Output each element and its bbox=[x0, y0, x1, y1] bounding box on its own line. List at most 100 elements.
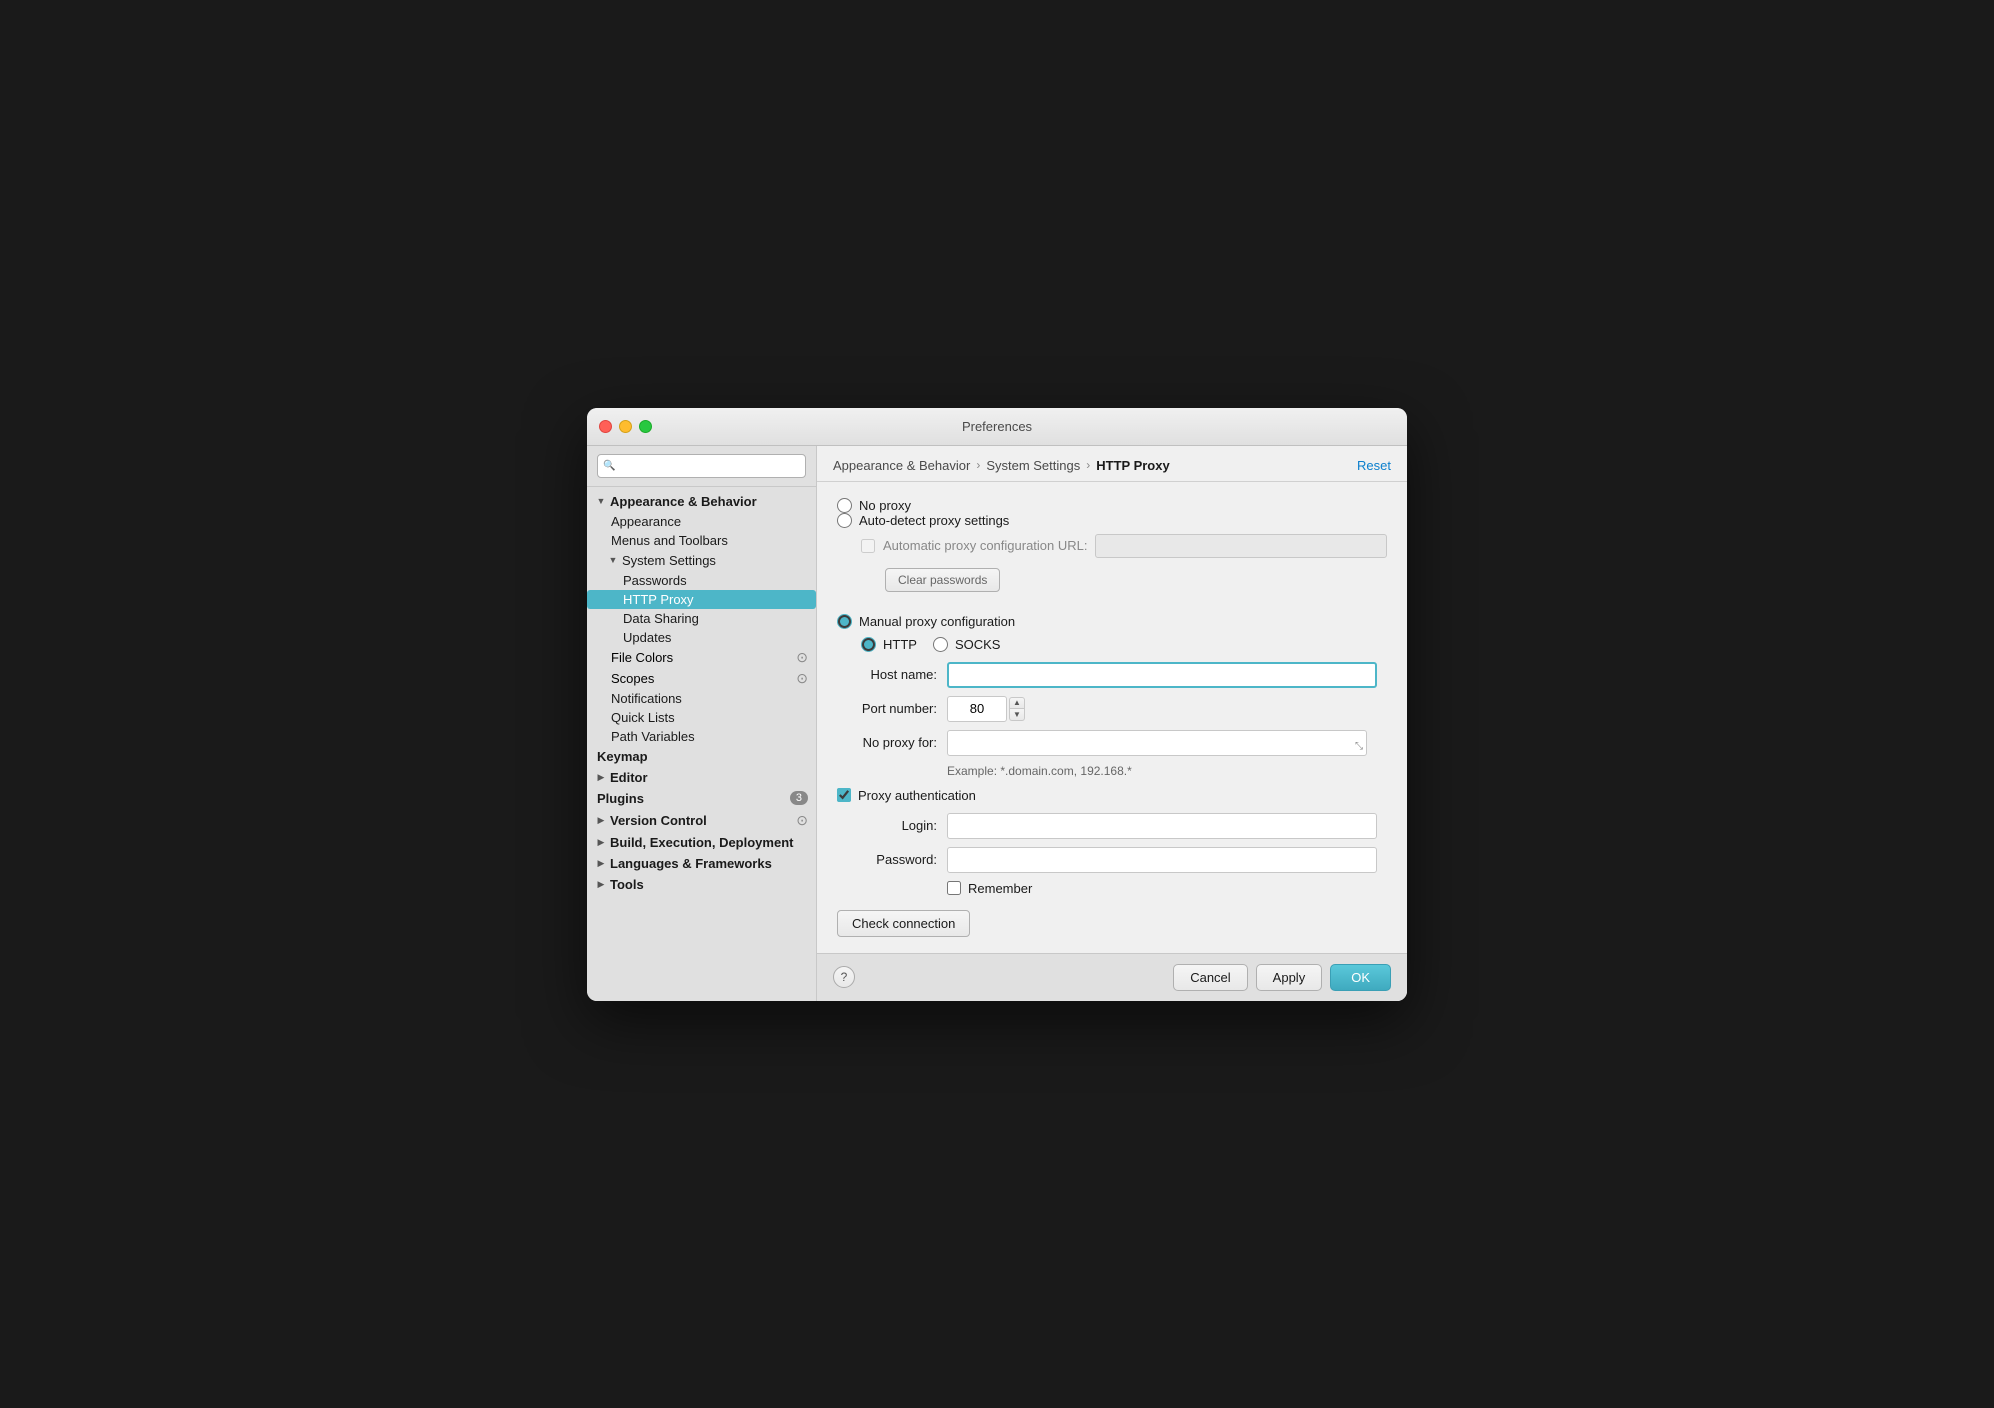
scopes-icon: ⊙ bbox=[796, 670, 808, 687]
sidebar-item-plugins[interactable]: Plugins 3 bbox=[587, 788, 816, 809]
editor-label: Editor bbox=[610, 770, 648, 785]
main-content: Appearance & Behavior › System Settings … bbox=[817, 446, 1407, 1001]
breadcrumb-system-settings: System Settings bbox=[986, 458, 1080, 473]
port-number-row: Port number: ▲ ▼ bbox=[837, 696, 1387, 722]
manual-proxy-section: Manual proxy configuration HTTP SOCKS bbox=[837, 614, 1387, 937]
arrow-right-build-icon bbox=[595, 836, 607, 848]
remember-row: Remember bbox=[947, 881, 1387, 896]
host-name-row: Host name: bbox=[837, 662, 1387, 688]
clear-passwords-button[interactable]: Clear passwords bbox=[885, 568, 1000, 592]
sidebar-item-quick-lists[interactable]: Quick Lists bbox=[587, 708, 816, 727]
port-increment-button[interactable]: ▲ bbox=[1009, 697, 1025, 709]
search-bar bbox=[587, 446, 816, 487]
search-input[interactable] bbox=[597, 454, 806, 478]
sidebar-item-system-settings[interactable]: System Settings bbox=[587, 550, 816, 571]
auto-proxy-checkbox[interactable] bbox=[861, 539, 875, 553]
proxy-auth-row: Proxy authentication bbox=[837, 788, 1387, 803]
http-label: HTTP bbox=[883, 637, 917, 652]
sidebar: Appearance & Behavior Appearance Menus a… bbox=[587, 446, 817, 1001]
window-body: Appearance & Behavior Appearance Menus a… bbox=[587, 446, 1407, 1001]
no-proxy-for-row: No proxy for: ⤡ bbox=[837, 730, 1387, 756]
reset-link[interactable]: Reset bbox=[1357, 458, 1391, 473]
port-number-label: Port number: bbox=[837, 701, 937, 716]
breadcrumb: Appearance & Behavior › System Settings … bbox=[833, 458, 1170, 473]
bottom-right: Cancel Apply OK bbox=[1173, 964, 1391, 991]
auto-detect-label: Auto-detect proxy settings bbox=[859, 513, 1009, 528]
sidebar-item-http-proxy[interactable]: HTTP Proxy bbox=[587, 590, 816, 609]
sidebar-section-label: Appearance & Behavior bbox=[610, 494, 757, 509]
arrow-right-vc-icon bbox=[595, 814, 607, 826]
languages-label: Languages & Frameworks bbox=[610, 856, 772, 871]
arrow-right-tools-icon bbox=[595, 878, 607, 890]
login-input[interactable] bbox=[947, 813, 1377, 839]
host-name-label: Host name: bbox=[837, 667, 937, 682]
remember-label: Remember bbox=[968, 881, 1032, 896]
breadcrumb-sep-2: › bbox=[1086, 458, 1090, 472]
build-label: Build, Execution, Deployment bbox=[610, 835, 793, 850]
plugins-label: Plugins bbox=[597, 791, 644, 806]
password-label: Password: bbox=[837, 852, 937, 867]
sidebar-item-tools[interactable]: Tools bbox=[587, 874, 816, 895]
http-radio[interactable] bbox=[861, 637, 876, 652]
maximize-button[interactable] bbox=[639, 420, 652, 433]
sidebar-item-path-variables[interactable]: Path Variables bbox=[587, 727, 816, 746]
password-row: Password: bbox=[837, 847, 1387, 873]
sidebar-item-scopes[interactable]: Scopes ⊙ bbox=[587, 668, 816, 689]
port-number-input[interactable] bbox=[947, 696, 1007, 722]
sidebar-item-keymap[interactable]: Keymap bbox=[587, 746, 816, 767]
vc-icon: ⊙ bbox=[796, 812, 808, 829]
http-socks-row: HTTP SOCKS bbox=[861, 637, 1387, 652]
breadcrumb-appearance-behavior: Appearance & Behavior bbox=[833, 458, 970, 473]
close-button[interactable] bbox=[599, 420, 612, 433]
breadcrumb-bar: Appearance & Behavior › System Settings … bbox=[817, 446, 1407, 482]
no-proxy-for-wrap: ⤡ bbox=[947, 730, 1367, 756]
port-spinner: ▲ ▼ bbox=[1009, 697, 1025, 721]
breadcrumb-http-proxy: HTTP Proxy bbox=[1096, 458, 1169, 473]
file-colors-label: File Colors bbox=[611, 650, 673, 665]
socks-radio[interactable] bbox=[933, 637, 948, 652]
sidebar-item-languages[interactable]: Languages & Frameworks bbox=[587, 853, 816, 874]
no-proxy-for-input[interactable] bbox=[947, 730, 1367, 756]
sidebar-item-data-sharing[interactable]: Data Sharing bbox=[587, 609, 816, 628]
sidebar-item-build[interactable]: Build, Execution, Deployment bbox=[587, 832, 816, 853]
sidebar-item-appearance-behavior[interactable]: Appearance & Behavior bbox=[587, 491, 816, 512]
sidebar-item-notifications[interactable]: Notifications bbox=[587, 689, 816, 708]
no-proxy-radio[interactable] bbox=[837, 498, 852, 513]
password-input[interactable] bbox=[947, 847, 1377, 873]
auto-detect-radio[interactable] bbox=[837, 513, 852, 528]
file-colors-icon: ⊙ bbox=[796, 649, 808, 666]
traffic-lights bbox=[599, 420, 652, 433]
auto-proxy-url-input[interactable] bbox=[1095, 534, 1387, 558]
ok-button[interactable]: OK bbox=[1330, 964, 1391, 991]
help-button[interactable]: ? bbox=[833, 966, 855, 988]
window-title: Preferences bbox=[962, 419, 1032, 434]
cancel-button[interactable]: Cancel bbox=[1173, 964, 1247, 991]
arrow-right-lang-icon bbox=[595, 857, 607, 869]
clear-passwords-wrap: Clear passwords bbox=[861, 568, 1387, 604]
search-wrap bbox=[597, 454, 806, 478]
no-proxy-label: No proxy bbox=[859, 498, 911, 513]
version-control-label: Version Control bbox=[610, 813, 707, 828]
sidebar-item-updates[interactable]: Updates bbox=[587, 628, 816, 647]
expand-icon: ⤡ bbox=[1355, 741, 1363, 752]
bottom-left: ? bbox=[833, 966, 855, 988]
login-label: Login: bbox=[837, 818, 937, 833]
proxy-auth-checkbox[interactable] bbox=[837, 788, 851, 802]
sidebar-item-passwords[interactable]: Passwords bbox=[587, 571, 816, 590]
port-decrement-button[interactable]: ▼ bbox=[1009, 709, 1025, 721]
sidebar-item-appearance[interactable]: Appearance bbox=[587, 512, 816, 531]
remember-checkbox[interactable] bbox=[947, 881, 961, 895]
manual-proxy-radio[interactable] bbox=[837, 614, 852, 629]
minimize-button[interactable] bbox=[619, 420, 632, 433]
check-connection-button[interactable]: Check connection bbox=[837, 910, 970, 937]
apply-button[interactable]: Apply bbox=[1256, 964, 1323, 991]
arrow-down-icon-system bbox=[607, 554, 619, 566]
breadcrumb-sep-1: › bbox=[976, 458, 980, 472]
proxy-auth-label: Proxy authentication bbox=[858, 788, 976, 803]
host-name-input[interactable] bbox=[947, 662, 1377, 688]
sidebar-item-version-control[interactable]: Version Control ⊙ bbox=[587, 809, 816, 832]
socks-radio-row: SOCKS bbox=[933, 637, 1001, 652]
sidebar-item-menus-toolbars[interactable]: Menus and Toolbars bbox=[587, 531, 816, 550]
sidebar-item-editor[interactable]: Editor bbox=[587, 767, 816, 788]
sidebar-item-file-colors[interactable]: File Colors ⊙ bbox=[587, 647, 816, 668]
